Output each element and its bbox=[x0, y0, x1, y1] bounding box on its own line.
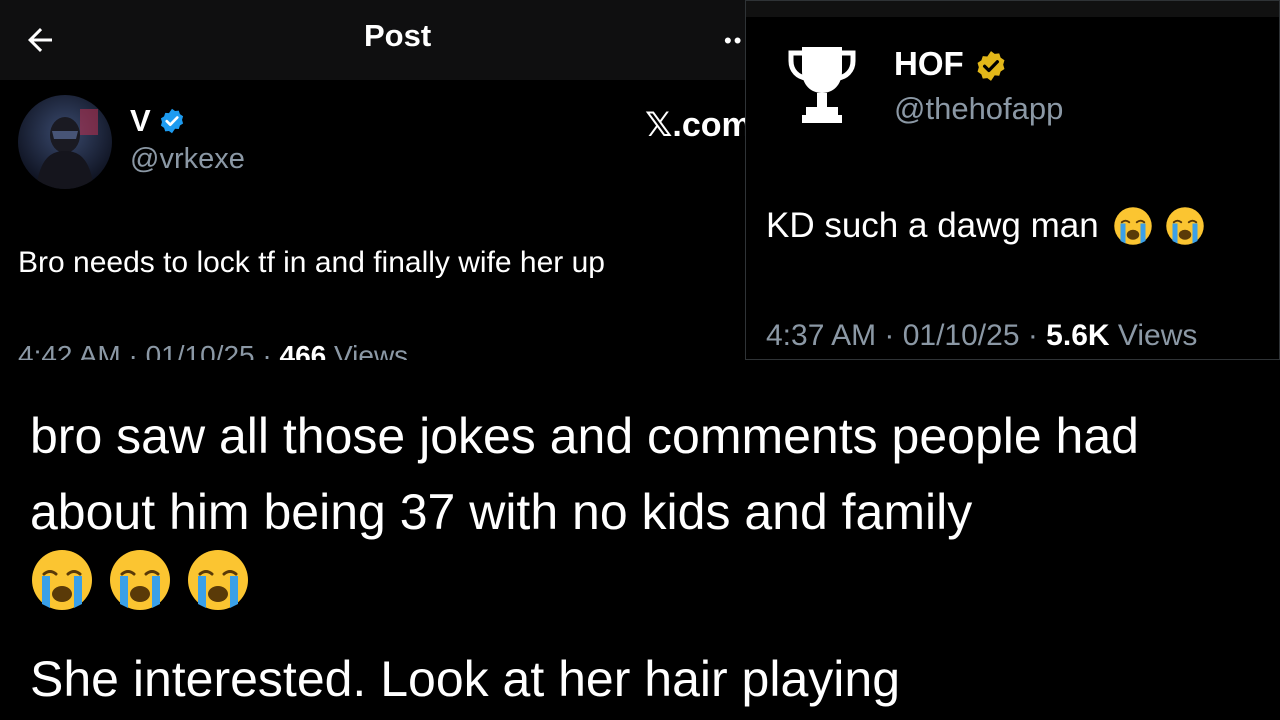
post-timestamp[interactable]: 4:37 AM · 01/10/25 · bbox=[766, 319, 1046, 352]
post-text-content: KD such a dawg man bbox=[766, 206, 1099, 245]
loudly-crying-face-emoji bbox=[32, 550, 92, 610]
more-dots-icon[interactable]: •• bbox=[724, 28, 743, 54]
left-post-screenshot: Post •• V @vrkexe 𝕏.com Bro needs to loc… bbox=[0, 0, 748, 360]
author-name[interactable]: V bbox=[130, 103, 151, 139]
post-timestamp[interactable]: 4:42 AM · 01/10/25 · bbox=[18, 340, 280, 360]
top-strip bbox=[746, 1, 1279, 17]
post-meta: 4:37 AM · 01/10/25 · 5.6K Views bbox=[766, 319, 1197, 353]
avatar[interactable] bbox=[18, 95, 112, 189]
views-label: Views bbox=[1109, 319, 1198, 352]
trophy-icon[interactable] bbox=[786, 41, 858, 127]
arrow-left-icon bbox=[28, 28, 52, 52]
right-post-screenshot: HOF @thehofapp KD such a dawg man 4:37 A… bbox=[745, 0, 1280, 360]
page-title: Post bbox=[364, 18, 432, 53]
loudly-crying-face-emoji bbox=[1113, 207, 1152, 245]
back-button[interactable] bbox=[20, 20, 60, 60]
caption-line-1: bro saw all those jokes and comments peo… bbox=[30, 408, 1139, 540]
views-count: 5.6K bbox=[1046, 319, 1110, 352]
views-label: Views bbox=[326, 340, 409, 360]
loudly-crying-face-emoji bbox=[110, 550, 170, 610]
author-handle[interactable]: @vrkexe bbox=[130, 143, 245, 176]
post-text: KD such a dawg man bbox=[766, 206, 1205, 246]
x-watermark: 𝕏.com bbox=[645, 106, 748, 144]
post-text: Bro needs to lock tf in and finally wife… bbox=[18, 246, 605, 279]
caption-line-2: She interested. Look at her hair playing bbox=[30, 651, 900, 707]
views-count: 466 bbox=[279, 340, 327, 360]
verified-badge-gold-icon bbox=[977, 51, 1005, 81]
caption-emoji-row bbox=[30, 548, 250, 612]
author-handle[interactable]: @thehofapp bbox=[894, 91, 1063, 127]
loudly-crying-face-emoji bbox=[188, 550, 248, 610]
verified-badge-blue-icon bbox=[160, 108, 184, 134]
author-name[interactable]: HOF bbox=[894, 45, 964, 83]
post-header-bar: Post •• bbox=[0, 0, 748, 80]
loudly-crying-face-emoji bbox=[1165, 207, 1204, 245]
post-meta: 4:42 AM · 01/10/25 · 466 Views bbox=[18, 340, 408, 360]
